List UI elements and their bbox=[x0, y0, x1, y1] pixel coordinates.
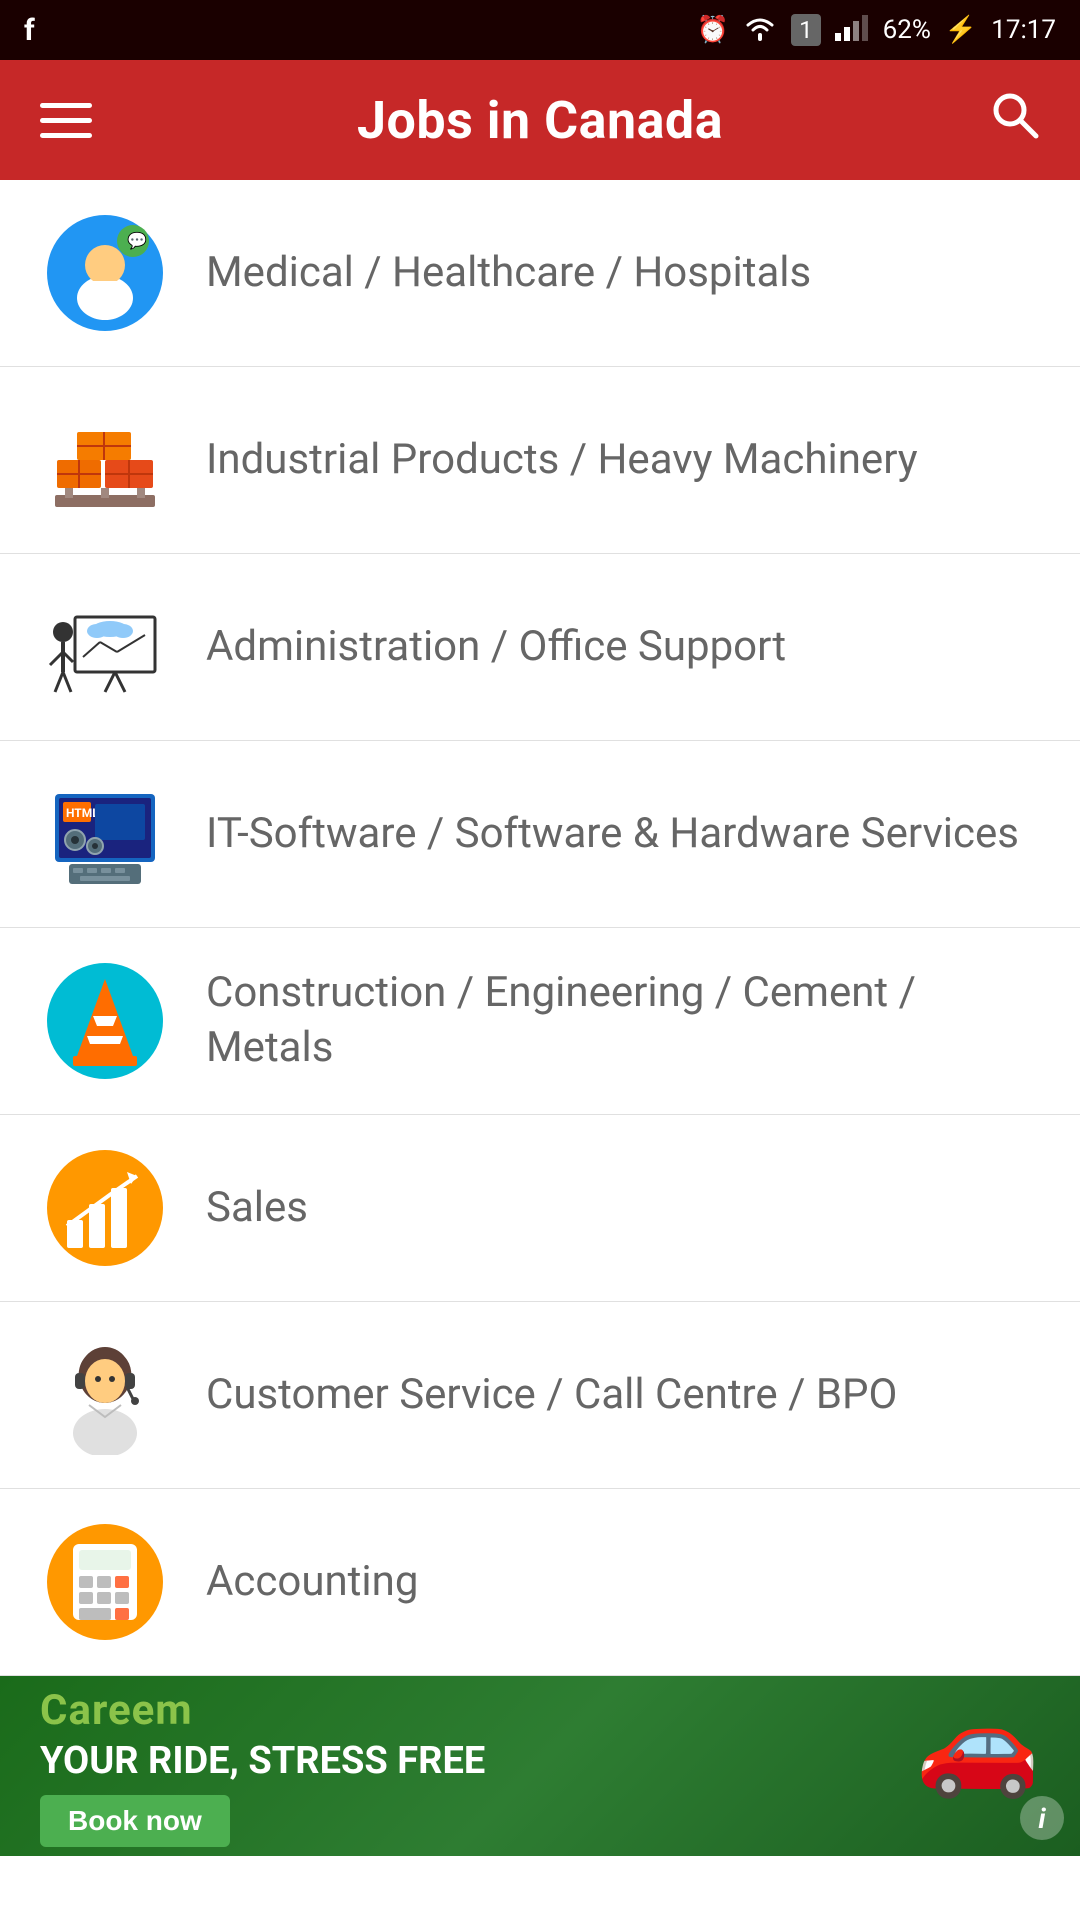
category-item-administration[interactable]: Administration / Office Support bbox=[0, 554, 1080, 741]
status-bar-left: f bbox=[24, 13, 35, 48]
administration-icon bbox=[40, 582, 170, 712]
battery-indicator: 62% bbox=[883, 15, 931, 45]
ad-content: Careem YOUR RIDE, STRESS FREE Book now bbox=[40, 1686, 485, 1847]
status-bar-right: ⏰ 1 62% ⚡ 17:17 bbox=[697, 13, 1056, 48]
sales-label: Sales bbox=[206, 1181, 308, 1236]
construction-icon bbox=[40, 956, 170, 1086]
ad-illustration: 🚗 bbox=[915, 1686, 1040, 1803]
wifi-icon bbox=[743, 13, 777, 48]
time-display: 17:17 bbox=[991, 15, 1056, 45]
category-item-medical[interactable]: 💬 Medical / Healthcare / Hospitals bbox=[0, 180, 1080, 367]
signal-icon bbox=[835, 13, 869, 48]
medical-icon: 💬 bbox=[40, 208, 170, 338]
medical-label: Medical / Healthcare / Hospitals bbox=[206, 246, 811, 301]
administration-label: Administration / Office Support bbox=[206, 620, 786, 675]
svg-text:💬: 💬 bbox=[127, 231, 147, 250]
category-item-construction[interactable]: Construction / Engineering / Cement / Me… bbox=[0, 928, 1080, 1115]
customer-service-label: Customer Service / Call Centre / BPO bbox=[206, 1368, 897, 1423]
ad-book-button[interactable]: Book now bbox=[40, 1795, 230, 1847]
industrial-label: Industrial Products / Heavy Machinery bbox=[206, 433, 918, 488]
it-label: IT-Software / Software & Hardware Servic… bbox=[206, 807, 1019, 862]
charging-icon: ⚡ bbox=[945, 15, 977, 45]
alarm-icon: ⏰ bbox=[697, 15, 729, 45]
ad-brand: Careem bbox=[40, 1686, 485, 1735]
ad-banner[interactable]: Careem YOUR RIDE, STRESS FREE Book now 🚗… bbox=[0, 1676, 1080, 1856]
customer-service-icon bbox=[40, 1330, 170, 1460]
ad-info-icon[interactable]: i bbox=[1020, 1796, 1064, 1840]
industrial-icon bbox=[40, 395, 170, 525]
ad-tagline: YOUR RIDE, STRESS FREE bbox=[40, 1739, 485, 1783]
category-item-accounting[interactable]: Accounting bbox=[0, 1489, 1080, 1676]
it-icon: HTML5 bbox=[40, 769, 170, 899]
menu-button[interactable] bbox=[40, 103, 92, 138]
construction-label: Construction / Engineering / Cement / Me… bbox=[206, 966, 1040, 1075]
status-bar: f ⏰ 1 62% ⚡ 17:17 bbox=[0, 0, 1080, 60]
accounting-icon bbox=[40, 1517, 170, 1647]
search-button[interactable] bbox=[988, 88, 1040, 153]
category-item-customer-service[interactable]: Customer Service / Call Centre / BPO bbox=[0, 1302, 1080, 1489]
category-item-it[interactable]: HTML5 IT-Software / Software & Hardware … bbox=[0, 741, 1080, 928]
category-item-industrial[interactable]: Industrial Products / Heavy Machinery bbox=[0, 367, 1080, 554]
sales-icon bbox=[40, 1143, 170, 1273]
notification-badge: 1 bbox=[791, 14, 821, 46]
app-header: Jobs in Canada bbox=[0, 60, 1080, 180]
category-item-sales[interactable]: Sales bbox=[0, 1115, 1080, 1302]
category-list: 💬 Medical / Healthcare / Hospitals bbox=[0, 180, 1080, 1676]
app-title: Jobs in Canada bbox=[357, 90, 723, 151]
accounting-label: Accounting bbox=[206, 1555, 418, 1610]
facebook-icon: f bbox=[24, 13, 35, 48]
